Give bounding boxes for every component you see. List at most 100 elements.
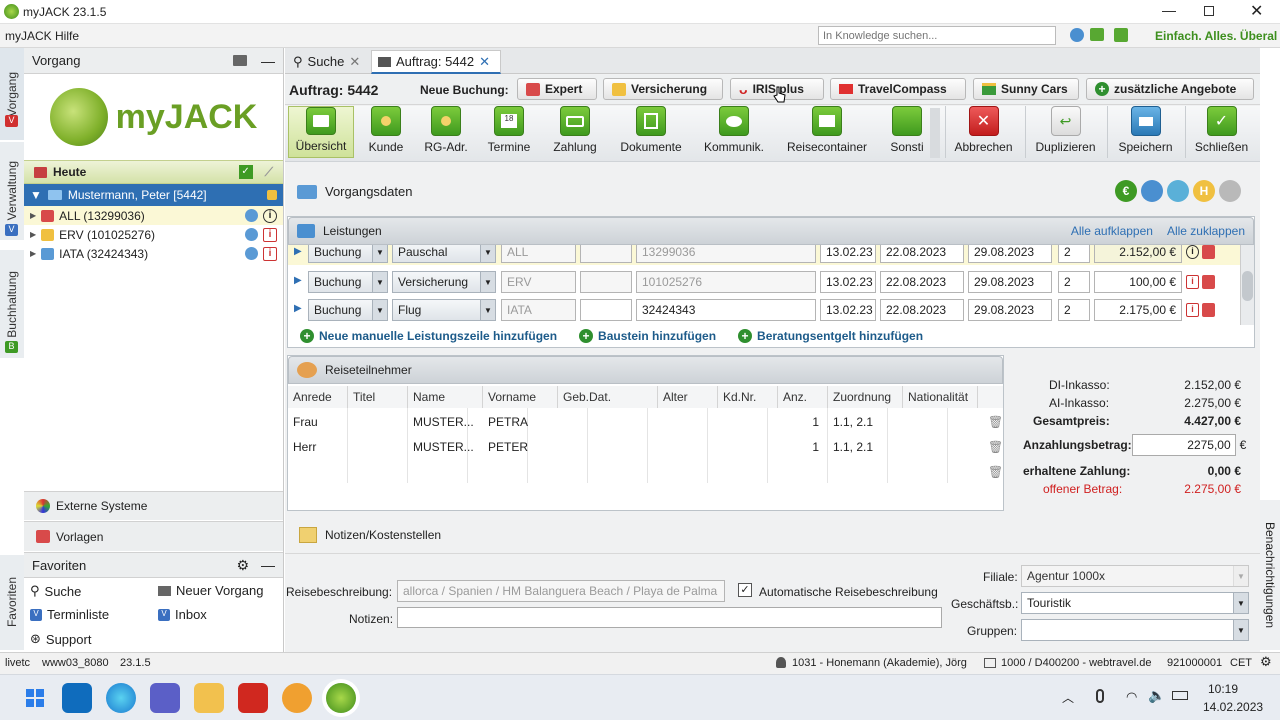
date2-field[interactable]: 22.08.2023 <box>880 245 964 263</box>
chevron-up-icon[interactable]: ︿ <box>1062 689 1074 706</box>
menu-myjack[interactable]: myJACK <box>5 29 52 43</box>
col-anz[interactable]: Anz. <box>778 386 828 408</box>
battery-icon[interactable] <box>1172 691 1188 700</box>
traveler-row-empty[interactable]: 🗑 <box>288 460 1003 484</box>
info-red-icon[interactable]: i <box>1186 275 1199 289</box>
abbrechen-button[interactable]: ✕ Abbrechen <box>945 106 1021 158</box>
add-manual-line-link[interactable]: + Neue manuelle Leistungszeile hinzufügen <box>300 329 557 343</box>
vorgangsdaten-header[interactable]: Vorgangsdaten <box>297 184 412 199</box>
menu-hilfe[interactable]: Hilfe <box>55 29 79 43</box>
date1-field[interactable]: 13.02.23 <box>820 299 876 321</box>
wifi-icon[interactable]: ◠ <box>1126 689 1137 705</box>
tab-suche[interactable]: ⚲ Suche ✕ <box>287 50 367 73</box>
speichern-button[interactable]: Speichern <box>1107 106 1183 158</box>
calendar-red-icon[interactable] <box>1202 303 1215 317</box>
kind-select[interactable]: Pauschal ▼ <box>392 245 496 263</box>
expand-all-link[interactable]: Alle aufklappen <box>1071 224 1153 238</box>
info-red-icon[interactable]: i <box>263 246 277 261</box>
fav-support[interactable]: ⊛ Support <box>30 631 91 647</box>
folder-icon[interactable] <box>233 55 247 66</box>
tree-item-iata[interactable]: ▶ IATA (32424343) i <box>24 244 283 263</box>
add-beratungsentgelt-link[interactable]: + Beratungsentgelt hinzufügen <box>738 329 923 343</box>
globe-icon[interactable] <box>1070 28 1084 42</box>
window-icon[interactable] <box>1090 28 1104 41</box>
externe-systeme[interactable]: Externe Systeme <box>24 491 283 520</box>
minimize-panel-icon[interactable]: — <box>261 53 275 69</box>
tool-kommunik[interactable]: Kommunik. <box>699 106 769 158</box>
date3-field[interactable]: 29.08.2023 <box>968 271 1052 293</box>
gear-icon[interactable]: ⚙ <box>1260 654 1272 670</box>
globe-icon[interactable] <box>1167 180 1189 202</box>
add-baustein-link[interactable]: + Baustein hinzufügen <box>579 329 716 343</box>
trash-icon[interactable]: 🗑 <box>983 435 1008 459</box>
extra-field[interactable] <box>580 299 632 321</box>
tool-reisecontainer[interactable]: Reisecontainer <box>779 106 875 158</box>
date3-field[interactable]: 29.08.2023 <box>968 245 1052 263</box>
trash-icon[interactable]: 🗑 <box>983 460 1008 484</box>
info-red-icon[interactable]: i <box>1186 303 1199 317</box>
col-gebdat[interactable]: Geb.Dat. <box>558 386 658 408</box>
leistung-row[interactable]: ▶ Buchung ▼ Flug ▼ IATA 32424343 13.02.23 … <box>288 297 1240 323</box>
leistung-row[interactable]: ▶ Buchung ▼ Versicherung ▼ ERV 101025276 1… <box>288 269 1240 295</box>
expert-button[interactable]: Expert <box>517 78 597 100</box>
clock-date[interactable]: 14.02.2023 <box>1203 700 1263 714</box>
euro-icon[interactable]: € <box>1115 180 1137 202</box>
toolbar-scroll[interactable] <box>930 108 940 158</box>
price-field[interactable]: 100,00 € <box>1094 271 1182 293</box>
versicherung-button[interactable]: Versicherung <box>603 78 723 100</box>
auto-checkbox[interactable]: ✓ <box>738 583 752 597</box>
user-icon[interactable] <box>1114 28 1128 42</box>
expand-icon[interactable]: ▶ <box>294 275 302 286</box>
calendar-red-icon[interactable] <box>1202 245 1215 259</box>
globe-icon[interactable] <box>245 228 258 241</box>
date1-field[interactable]: 13.02.23 <box>820 271 876 293</box>
vorlagen[interactable]: Vorlagen <box>24 521 283 551</box>
minimize-icon[interactable]: — <box>1162 2 1176 18</box>
explorer-icon[interactable] <box>194 683 224 713</box>
type-select[interactable]: Buchung ▼ <box>308 271 388 293</box>
close-tab-icon[interactable]: ✕ <box>349 54 360 70</box>
sunny-cars-button[interactable]: Sunny Cars <box>973 78 1079 100</box>
price-field[interactable]: 2.152,00 € <box>1094 245 1182 263</box>
close-window-icon[interactable]: ✕ <box>1250 1 1263 21</box>
fav-suche[interactable]: ⚲ Suche <box>30 583 81 599</box>
kind-select[interactable]: Flug ▼ <box>392 299 496 321</box>
duplizieren-button[interactable]: ↩ Duplizieren <box>1025 106 1105 158</box>
count-field[interactable]: 2 <box>1058 245 1090 263</box>
collapse-arrow-icon[interactable]: ▼ <box>30 188 42 202</box>
fav-neuer-vorgang[interactable]: Neuer Vorgang <box>158 583 263 598</box>
globe-icon[interactable] <box>245 247 258 260</box>
tool-termine[interactable]: 18 Termine <box>481 106 537 158</box>
app-icon[interactable] <box>282 683 312 713</box>
code-field[interactable]: ERV <box>501 271 576 293</box>
notizen-field[interactable] <box>397 607 942 628</box>
extra-field[interactable] <box>580 271 632 293</box>
collapse-all-link[interactable]: Alle zuklappen <box>1167 224 1245 238</box>
microphone-icon[interactable] <box>1096 689 1104 703</box>
col-titel[interactable]: Titel <box>348 386 408 408</box>
zusaetzliche-angebote-button[interactable]: + zusätzliche Angebote <box>1086 78 1254 100</box>
filiale-select[interactable]: Agentur 1000x ▼ <box>1021 565 1249 587</box>
price-field[interactable]: 2.175,00 € <box>1094 299 1182 321</box>
col-anrede[interactable]: Anrede <box>288 386 348 408</box>
trash-icon[interactable]: 🗑 <box>983 410 1008 434</box>
scrollbar-thumb[interactable] <box>1242 271 1253 301</box>
geschaeftsb-select[interactable]: Touristik ▼ <box>1021 592 1249 614</box>
count-field[interactable]: 2 <box>1058 271 1090 293</box>
myjack-taskbar-icon[interactable] <box>326 683 356 713</box>
info-icon[interactable]: i <box>1186 245 1199 259</box>
acrobat-icon[interactable] <box>238 683 268 713</box>
tree-item-all[interactable]: ▶ ALL (13299036) i <box>24 206 283 225</box>
flight-cancel-icon[interactable] <box>1141 180 1163 202</box>
info-red-icon[interactable]: i <box>263 227 277 242</box>
close-tab-icon[interactable]: ✕ <box>479 54 490 70</box>
tool-dokumente[interactable]: Dokumente <box>613 106 689 158</box>
col-kdnr[interactable]: Kd.Nr. <box>718 386 778 408</box>
clock-time[interactable]: 10:19 <box>1208 682 1238 696</box>
knowledge-search-input[interactable] <box>818 26 1056 45</box>
expand-icon[interactable]: ▶ <box>294 246 302 257</box>
code-field[interactable]: IATA <box>501 299 576 321</box>
extra-field[interactable] <box>580 245 632 263</box>
tree-item-erv[interactable]: ▶ ERV (101025276) i <box>24 225 283 244</box>
speaker-icon[interactable]: 🔈 <box>1148 687 1165 704</box>
